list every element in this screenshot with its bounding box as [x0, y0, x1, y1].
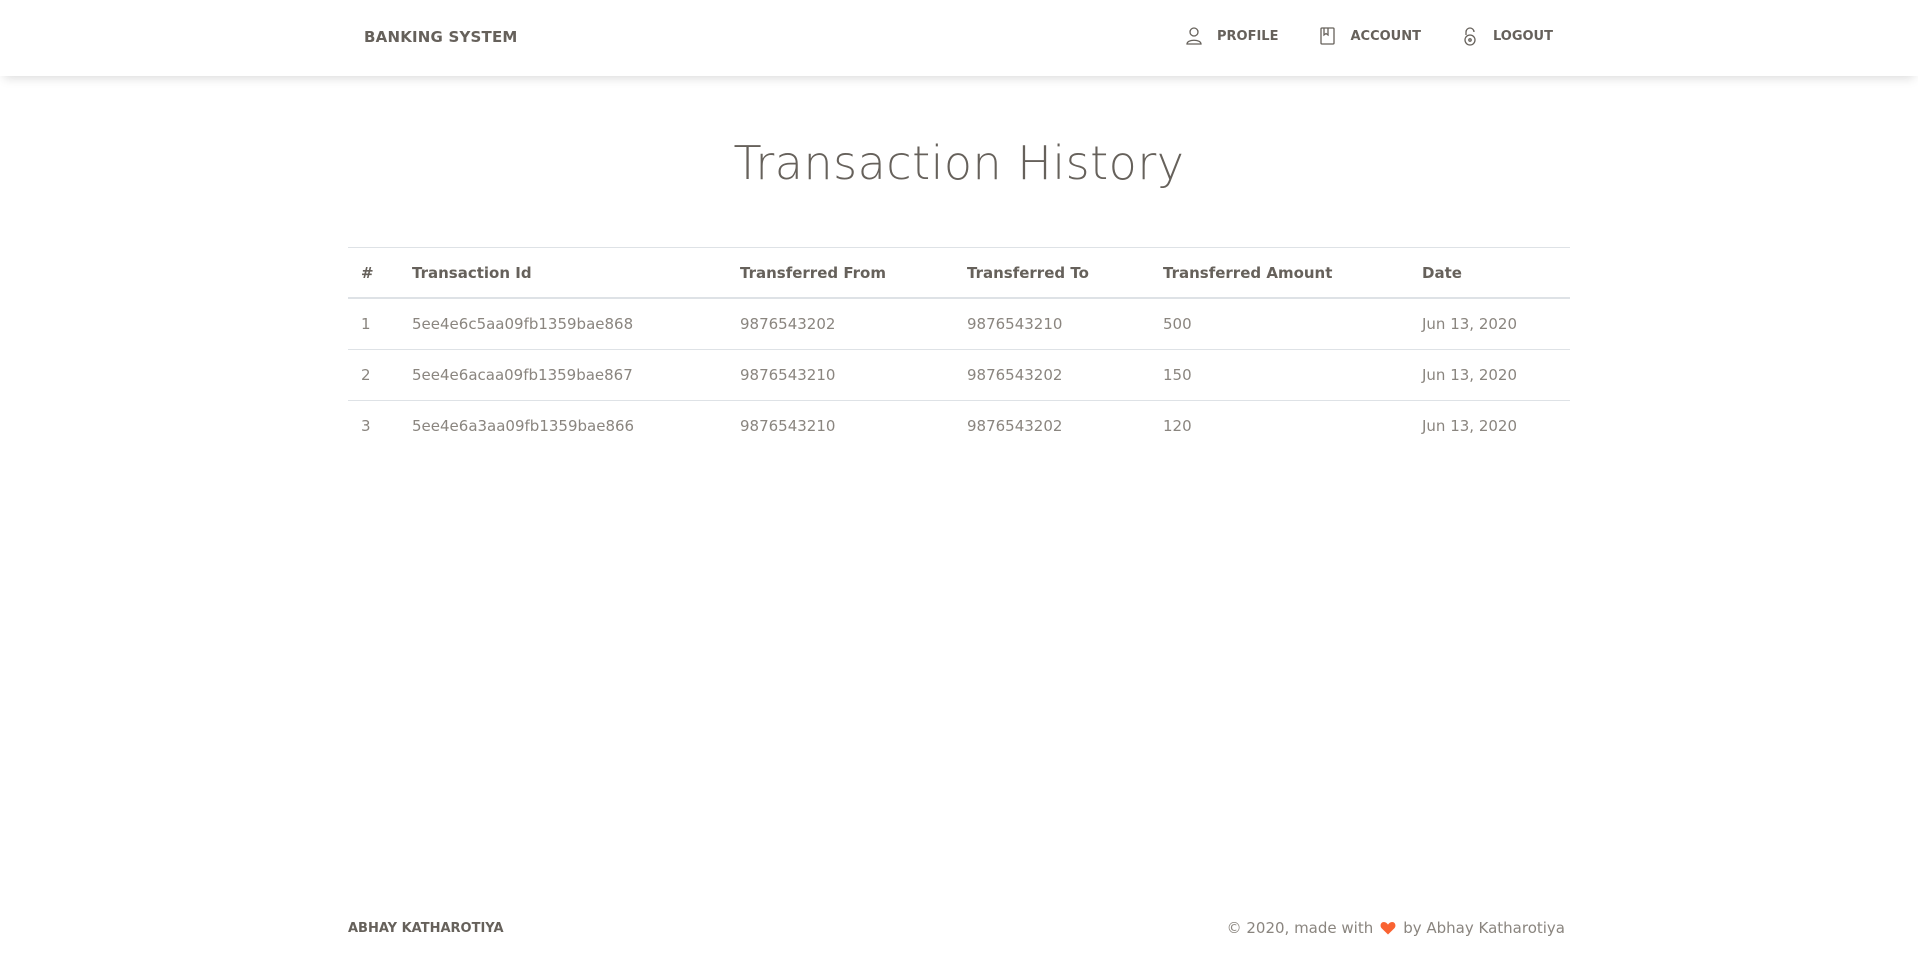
nav-profile-label: PROFILE [1216, 28, 1279, 44]
nav-logout-link[interactable]: LOGOUT [1461, 26, 1553, 46]
cell-transferred-to: 9876543202 [954, 349, 1150, 401]
cell-date: Jun 13, 2020 [1409, 349, 1570, 401]
cell-transaction-id: 5ee4e6c5aa09fb1359bae868 [399, 298, 727, 350]
cell-transferred-from: 9876543202 [727, 298, 954, 350]
cell-transferred-amount: 120 [1163, 417, 1192, 435]
footer-credit: © 2020, made with by Abhay Katharotiya [1227, 919, 1565, 937]
heart-icon [1380, 921, 1396, 935]
book-icon [1318, 26, 1336, 46]
nav-profile-link[interactable]: PROFILE [1185, 26, 1278, 46]
col-header-index: # [348, 247, 399, 299]
table-row: 3 5ee4e6a3aa09fb1359bae866 9876543210 98… [348, 401, 1570, 452]
nav-account-link[interactable]: ACCOUNT [1318, 26, 1421, 46]
page-title: Transaction History [733, 136, 1185, 190]
transaction-table: # Transaction Id Transferred From Transf… [348, 247, 1570, 451]
footer-credit-prefix: © 2020, made with [1226, 919, 1374, 937]
cell-date: Jun 13, 2020 [1409, 298, 1570, 350]
nav-logout-label: LOGOUT [1492, 28, 1553, 44]
col-header-transferred-from: Transferred From [727, 247, 954, 299]
cell-transferred-to: 9876543210 [954, 298, 1150, 350]
lock-icon [1461, 26, 1479, 46]
table-row: 2 5ee4e6acaa09fb1359bae867 9876543210 98… [348, 349, 1570, 401]
cell-transferred-from: 9876543210 [727, 349, 954, 401]
col-header-date: Date [1409, 247, 1570, 299]
brand-link[interactable]: BANKING SYSTEM [364, 28, 518, 46]
top-navbar: BANKING SYSTEM PROFILE ACCOUNT LOGOUT [0, 0, 1918, 76]
cell-transferred-amount: 150 [1150, 349, 1409, 401]
col-header-transaction-id: Transaction Id [399, 247, 727, 299]
cell-date: Jun 13, 2020 [1422, 417, 1518, 435]
cell-transferred-amount: 500 [1150, 298, 1409, 350]
cell-transferred-from: 9876543210 [740, 417, 836, 435]
user-icon [1185, 26, 1203, 46]
footer-credit-suffix: by Abhay Katharotiya [1403, 919, 1565, 937]
cell-transaction-id: 5ee4e6acaa09fb1359bae867 [399, 349, 727, 401]
cell-index: 3 [361, 417, 371, 435]
nav-links: PROFILE ACCOUNT LOGOUT [1145, 26, 1553, 46]
cell-index: 2 [348, 349, 399, 401]
footer-author[interactable]: ABHAY KATHAROTIYA [348, 921, 504, 936]
col-header-transferred-amount: Transferred Amount [1150, 247, 1409, 299]
table-header-row: # Transaction Id Transferred From Transf… [348, 247, 1570, 299]
cell-transferred-to: 9876543202 [967, 417, 1063, 435]
cell-transaction-id: 5ee4e6a3aa09fb1359bae866 [412, 417, 635, 435]
nav-account-label: ACCOUNT [1350, 28, 1421, 44]
col-header-transferred-to: Transferred To [954, 247, 1150, 299]
cell-index: 1 [348, 298, 399, 350]
table-row: 1 5ee4e6c5aa09fb1359bae868 9876543202 98… [348, 298, 1570, 350]
